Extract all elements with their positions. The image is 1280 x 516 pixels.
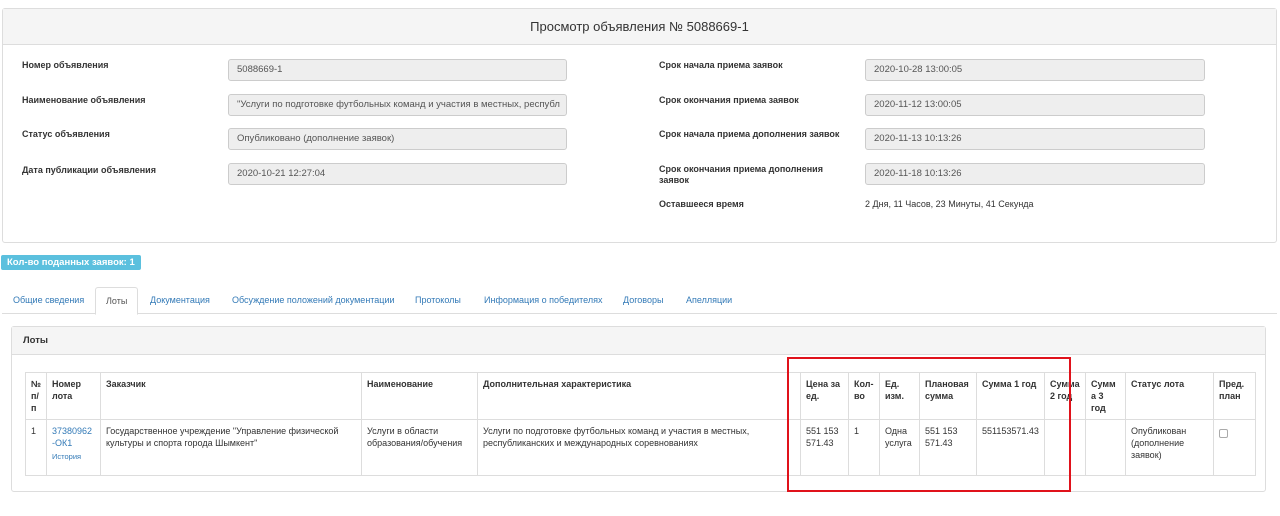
tab-winners-info[interactable]: Информация о победителях: [474, 287, 612, 314]
col-header-pre-plan: Пред. план: [1213, 372, 1256, 420]
table-row: 1 37380962-ОК1 История Государственное у…: [25, 419, 1256, 476]
label-remaining-time: Оставшееся время: [659, 199, 744, 209]
cell-num: 1: [25, 419, 47, 476]
cell-price: 551 153 571.43: [800, 419, 849, 476]
applications-count-badge: Кол-во поданных заявок: 1: [1, 255, 141, 270]
tab-contracts[interactable]: Договоры: [613, 287, 673, 314]
label-end-receipt: Срок окончания приема заявок: [659, 95, 799, 105]
cell-sum3: [1085, 419, 1126, 476]
col-header-planned: Плановая сумма: [919, 372, 977, 420]
cell-sum2: [1044, 419, 1086, 476]
tab-documentation-discussion[interactable]: Обсуждение положений документации: [222, 287, 405, 314]
tab-appeals[interactable]: Апелляции: [676, 287, 742, 314]
col-header-lot-number: Номер лота: [46, 372, 101, 420]
remaining-time-value: 2 Дня, 11 Часов, 23 Минуты, 41 Секунда: [865, 199, 1034, 209]
col-header-sum3: Сумма 3 год: [1085, 372, 1126, 420]
announcement-name-field[interactable]: "Услуги по подготовке футбольных команд …: [228, 94, 567, 116]
tab-general-info[interactable]: Общие сведения: [3, 287, 94, 314]
tab-bar: Общие сведения Лоты Документация Обсужде…: [2, 287, 1277, 315]
cell-planned: 551 153 571.43: [919, 419, 977, 476]
pre-plan-checkbox[interactable]: [1219, 429, 1228, 438]
lots-panel: Лоты № п/п Номер лота Заказчик Наименова…: [11, 326, 1266, 492]
publication-date-field[interactable]: 2020-10-21 12:27:04: [228, 163, 567, 185]
cell-status: Опубликован (дополнение заявок): [1125, 419, 1214, 476]
table-header-row: № п/п Номер лота Заказчик Наименование Д…: [25, 372, 1256, 420]
start-receipt-field[interactable]: 2020-10-28 13:00:05: [865, 59, 1205, 81]
announcement-number-field[interactable]: 5088669-1: [228, 59, 567, 81]
cell-name: Услуги в области образования/обучения: [361, 419, 478, 476]
cell-extra: Услуги по подготовке футбольных команд и…: [477, 419, 801, 476]
label-announcement-number: Номер объявления: [22, 60, 109, 70]
announcement-status-field[interactable]: Опубликовано (дополнение заявок): [228, 128, 567, 150]
col-header-status: Статус лота: [1125, 372, 1214, 420]
cell-lot-number: 37380962-ОК1 История: [46, 419, 101, 476]
col-header-sum2: Сумма 2 год: [1044, 372, 1086, 420]
page-title: Просмотр объявления № 5088669-1: [3, 9, 1276, 45]
label-publication-date: Дата публикации объявления: [22, 165, 156, 175]
history-link[interactable]: История: [52, 451, 95, 463]
lots-table: № п/п Номер лота Заказчик Наименование Д…: [25, 372, 1256, 476]
tab-lots[interactable]: Лоты: [95, 287, 139, 315]
label-start-receipt: Срок начала приема заявок: [659, 60, 783, 70]
col-header-price: Цена за ед.: [800, 372, 849, 420]
col-header-name: Наименование: [361, 372, 478, 420]
cell-sum1: 551153571.43: [976, 419, 1045, 476]
label-start-supplement: Срок начала приема дополнения заявок: [659, 129, 840, 139]
label-end-supplement: Срок окончания приема дополнения заявок: [659, 164, 823, 185]
col-header-unit: Ед. изм.: [879, 372, 920, 420]
end-receipt-field[interactable]: 2020-11-12 13:00:05: [865, 94, 1205, 116]
cell-customer: Государственное учреждение "Управление ф…: [100, 419, 362, 476]
col-header-customer: Заказчик: [100, 372, 362, 420]
cell-unit: Одна услуга: [879, 419, 920, 476]
cell-pre-plan: [1213, 419, 1256, 476]
col-header-sum1: Сумма 1 год: [976, 372, 1045, 420]
col-header-num: № п/п: [25, 372, 47, 420]
label-announcement-name: Наименование объявления: [22, 95, 146, 105]
lot-number-link[interactable]: 37380962-ОК1: [52, 426, 92, 448]
tab-protocols[interactable]: Протоколы: [405, 287, 471, 314]
start-supplement-field[interactable]: 2020-11-13 10:13:26: [865, 128, 1205, 150]
cell-qty: 1: [848, 419, 880, 476]
end-supplement-field[interactable]: 2020-11-18 10:13:26: [865, 163, 1205, 185]
label-announcement-status: Статус объявления: [22, 129, 110, 139]
col-header-extra: Дополнительная характеристика: [477, 372, 801, 420]
lots-panel-title: Лоты: [12, 327, 1265, 355]
announcement-panel: Просмотр объявления № 5088669-1: [2, 8, 1277, 243]
tab-documentation[interactable]: Документация: [140, 287, 220, 314]
col-header-qty: Кол-во: [848, 372, 880, 420]
